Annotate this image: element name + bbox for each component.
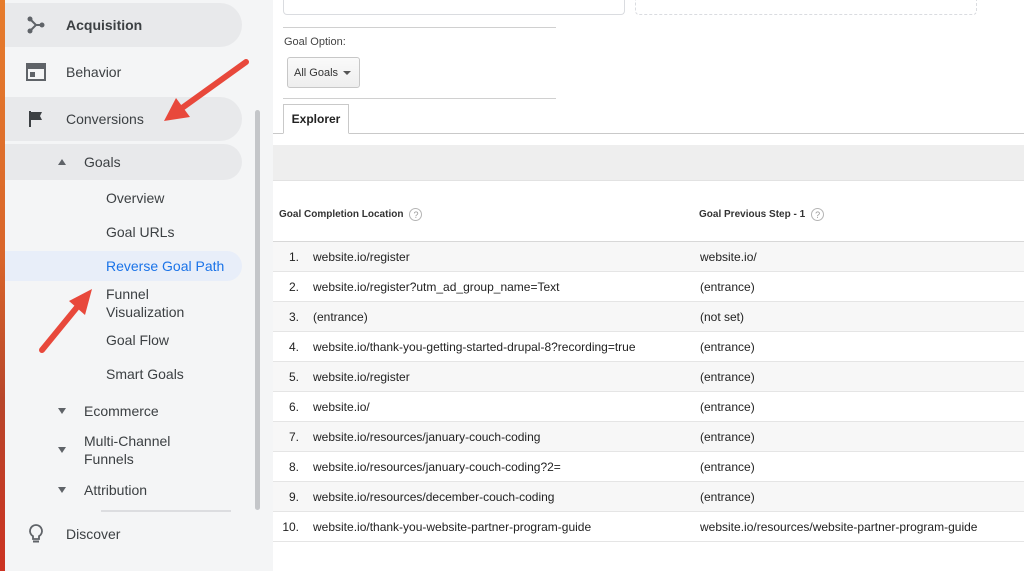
behavior-icon bbox=[25, 61, 47, 83]
sidebar-item-label: Smart Goals bbox=[106, 366, 184, 382]
goal-completion-location-link[interactable]: website.io/thank-you-website-partner-pro… bbox=[313, 520, 591, 534]
report-panel: Goal Option: All Goals Explorer Goal Com… bbox=[273, 0, 1024, 571]
row-number: 2. bbox=[288, 280, 299, 294]
row-number: 1. bbox=[288, 250, 299, 264]
row-number: 7. bbox=[288, 430, 299, 444]
table-row: 2. website.io/register?utm_ad_group_name… bbox=[273, 272, 1024, 302]
goal-completion-location-link[interactable]: (entrance) bbox=[313, 310, 368, 324]
tab-explorer[interactable]: Explorer bbox=[283, 104, 349, 134]
row-number: 8. bbox=[288, 460, 299, 474]
table-toolbar-band bbox=[273, 145, 1024, 181]
sidebar-item-ecommerce[interactable]: Ecommerce bbox=[5, 402, 242, 420]
row-number: 9. bbox=[288, 490, 299, 504]
goal-previous-step-link[interactable]: (entrance) bbox=[700, 370, 755, 384]
segment-box[interactable] bbox=[283, 0, 625, 15]
sidebar-item-label: Discover bbox=[66, 526, 121, 542]
column-header-goal-completion-location[interactable]: Goal Completion Location ? bbox=[279, 208, 423, 221]
table-row: 4. website.io/thank-you-getting-started-… bbox=[273, 332, 1024, 362]
sidebar-item-acquisition[interactable]: Acquisition bbox=[5, 3, 242, 47]
goal-previous-step-link[interactable]: (entrance) bbox=[700, 460, 755, 474]
goal-completion-location-link[interactable]: website.io/ bbox=[313, 400, 370, 414]
tab-baseline bbox=[273, 133, 1024, 134]
sidebar-item-label: Funnel Visualization bbox=[106, 286, 185, 320]
table-row: 8. website.io/resources/january-couch-co… bbox=[273, 452, 1024, 482]
sidebar-item-attribution[interactable]: Attribution bbox=[5, 481, 242, 499]
table-row: 3. (entrance) (not set) bbox=[273, 302, 1024, 332]
table-row: 9. website.io/resources/december-couch-c… bbox=[273, 482, 1024, 512]
row-number: 10. bbox=[282, 520, 299, 534]
goal-previous-step-link[interactable]: (entrance) bbox=[700, 280, 755, 294]
dropdown-caret-icon bbox=[343, 71, 351, 75]
table-row: 5. website.io/register (entrance) bbox=[273, 362, 1024, 392]
collapse-triangle-icon bbox=[58, 159, 66, 165]
sidebar-item-label: Goals bbox=[84, 154, 121, 170]
sidebar-item-label: Conversions bbox=[66, 111, 144, 127]
tab-label: Explorer bbox=[291, 112, 341, 126]
goal-option-label: Goal Option: bbox=[284, 36, 346, 48]
sidebar-item-conversions[interactable]: Conversions bbox=[5, 97, 242, 141]
expand-triangle-icon bbox=[58, 487, 66, 493]
goal-previous-step-link[interactable]: website.io/ bbox=[700, 250, 757, 264]
goal-completion-location-link[interactable]: website.io/thank-you-getting-started-dru… bbox=[313, 340, 636, 354]
goal-completion-location-link[interactable]: website.io/register?utm_ad_group_name=Te… bbox=[313, 280, 559, 294]
sidebar-item-goals[interactable]: Goals bbox=[5, 144, 242, 180]
goal-previous-step-link[interactable]: website.io/resources/website-partner-pro… bbox=[700, 520, 977, 534]
table-row: 6. website.io/ (entrance) bbox=[273, 392, 1024, 422]
sidebar-item-label: Goal Flow bbox=[106, 332, 170, 348]
goal-previous-step-link[interactable]: (entrance) bbox=[700, 430, 755, 444]
column-header-goal-previous-step[interactable]: Goal Previous Step - 1 ? bbox=[699, 208, 825, 221]
table-row: 1. website.io/register website.io/ bbox=[273, 242, 1024, 272]
sidebar-item-label: Ecommerce bbox=[84, 403, 159, 419]
sidebar-item-label: Reverse Goal Path bbox=[106, 258, 225, 274]
table-row: 10. website.io/thank-you-website-partner… bbox=[273, 512, 1024, 542]
sidebar: Acquisition Behavior Conversions Goals O… bbox=[5, 0, 273, 571]
flag-icon bbox=[25, 108, 47, 130]
sidebar-item-funnel-visualization[interactable]: Funnel Visualization bbox=[5, 285, 185, 321]
sidebar-item-reverse-goal-path[interactable]: Reverse Goal Path bbox=[5, 251, 242, 281]
add-segment-box[interactable] bbox=[635, 0, 977, 15]
sidebar-item-multi-channel-funnels[interactable]: Multi-Channel Funnels bbox=[5, 432, 242, 468]
help-icon[interactable]: ? bbox=[811, 208, 825, 221]
sidebar-item-label: Overview bbox=[106, 190, 165, 206]
sidebar-scrollbar[interactable] bbox=[255, 110, 260, 510]
sidebar-item-label: Multi-Channel Funnels bbox=[84, 433, 171, 467]
help-icon[interactable]: ? bbox=[409, 208, 423, 221]
goal-completion-location-link[interactable]: website.io/register bbox=[313, 250, 410, 264]
expand-triangle-icon bbox=[58, 447, 66, 453]
sidebar-item-label: Attribution bbox=[84, 482, 148, 498]
sidebar-item-goal-flow[interactable]: Goal Flow bbox=[5, 325, 242, 355]
row-number: 6. bbox=[288, 400, 299, 414]
sidebar-item-goal-urls[interactable]: Goal URLs bbox=[5, 217, 242, 247]
expand-triangle-icon bbox=[58, 408, 66, 414]
sidebar-item-discover[interactable]: Discover bbox=[5, 512, 242, 556]
sidebar-item-label: Goal URLs bbox=[106, 224, 175, 240]
goal-previous-step-link[interactable]: (not set) bbox=[700, 310, 744, 324]
divider bbox=[283, 27, 556, 28]
sidebar-item-label: Behavior bbox=[66, 64, 122, 80]
goal-completion-location-link[interactable]: website.io/resources/december-couch-codi… bbox=[313, 490, 554, 504]
row-number: 5. bbox=[288, 370, 299, 384]
goal-previous-step-link[interactable]: (entrance) bbox=[700, 400, 755, 414]
sidebar-item-label: Acquisition bbox=[66, 17, 143, 33]
goal-completion-location-link[interactable]: website.io/resources/january-couch-codin… bbox=[313, 430, 540, 444]
row-number: 3. bbox=[288, 310, 299, 324]
goal-previous-step-link[interactable]: (entrance) bbox=[700, 340, 755, 354]
acquisition-icon bbox=[25, 14, 47, 36]
sidebar-item-overview[interactable]: Overview bbox=[5, 183, 242, 213]
goal-option-value: All Goals bbox=[294, 66, 339, 79]
sidebar-item-behavior[interactable]: Behavior bbox=[5, 50, 242, 94]
lightbulb-icon bbox=[25, 523, 47, 545]
goal-previous-step-link[interactable]: (entrance) bbox=[700, 490, 755, 504]
column-header-label: Goal Completion Location bbox=[279, 209, 404, 220]
column-header-label: Goal Previous Step - 1 bbox=[699, 209, 806, 220]
divider bbox=[283, 98, 556, 99]
goal-option-select[interactable]: All Goals bbox=[287, 57, 360, 88]
sidebar-item-smart-goals[interactable]: Smart Goals bbox=[5, 359, 242, 389]
row-number: 4. bbox=[288, 340, 299, 354]
goal-completion-location-link[interactable]: website.io/register bbox=[313, 370, 410, 384]
table-row: 7. website.io/resources/january-couch-co… bbox=[273, 422, 1024, 452]
goal-completion-location-link[interactable]: website.io/resources/january-couch-codin… bbox=[313, 460, 561, 474]
